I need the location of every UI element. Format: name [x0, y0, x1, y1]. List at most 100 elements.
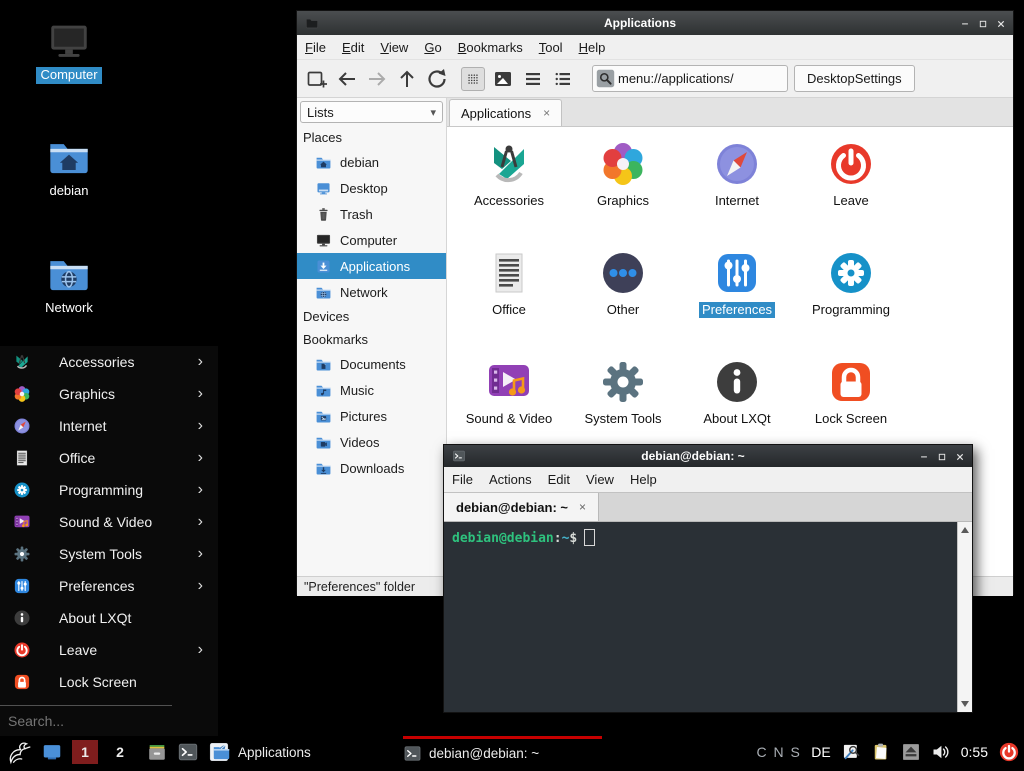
clipboard-tray-icon[interactable]: [871, 742, 891, 762]
grid-item-accessories[interactable]: Accessories: [452, 134, 566, 243]
menu-item-preferences[interactable]: Preferences ›: [0, 570, 218, 602]
desktop-icon-debian[interactable]: debian: [21, 134, 117, 200]
maximize-icon[interactable]: [937, 451, 947, 461]
reload-button[interactable]: [425, 67, 449, 91]
taskbar-button-terminal[interactable]: debian@debian: ~: [403, 736, 602, 768]
grid-item-other[interactable]: Other: [566, 243, 680, 352]
prompt-separator: :: [554, 531, 562, 546]
menu-item-about-lxqt[interactable]: About LXQt: [0, 602, 218, 634]
fm-menu-edit[interactable]: Edit: [334, 40, 372, 55]
up-button[interactable]: [395, 67, 419, 91]
menu-item-leave[interactable]: Leave ›: [0, 634, 218, 666]
accessories-icon: [485, 140, 533, 188]
sidebar-item-music[interactable]: Music: [297, 377, 446, 403]
menu-item-internet[interactable]: Internet ›: [0, 410, 218, 442]
sidebar-item-desktop[interactable]: Desktop: [297, 175, 446, 201]
fm-menu-tool[interactable]: Tool: [531, 40, 571, 55]
terminal-scrollbar[interactable]: [957, 522, 972, 712]
sidebar-item-videos[interactable]: Videos: [297, 429, 446, 455]
grid-item-preferences[interactable]: Preferences: [680, 243, 794, 352]
screenshot-tray-icon[interactable]: [841, 742, 861, 762]
menu-item-programming[interactable]: Programming ›: [0, 474, 218, 506]
fm-menu-view[interactable]: View: [372, 40, 416, 55]
scroll-up-icon[interactable]: [961, 527, 969, 533]
fm-menu-help[interactable]: Help: [571, 40, 614, 55]
fm-menu-go[interactable]: Go: [416, 40, 449, 55]
sidebar-item-network[interactable]: Network: [297, 279, 446, 305]
folder-network-icon: [46, 251, 92, 297]
terminal-cursor: [584, 529, 595, 546]
new-tab-button[interactable]: [305, 67, 329, 91]
address-bar[interactable]: menu://applications/: [592, 65, 788, 92]
taskbar-button-applications[interactable]: Applications: [212, 736, 332, 768]
grid-item-leave[interactable]: Leave: [794, 134, 908, 243]
fm-titlebar[interactable]: Applications: [297, 11, 1013, 35]
menu-item-system-tools[interactable]: System Tools ›: [0, 538, 218, 570]
tab-close-icon[interactable]: ×: [579, 500, 586, 514]
grid-item-graphics[interactable]: Graphics: [566, 134, 680, 243]
detailed-view-button[interactable]: [551, 67, 575, 91]
menu-item-office[interactable]: Office ›: [0, 442, 218, 474]
sidebar-item-applications[interactable]: Applications: [297, 253, 446, 279]
grid-item-office[interactable]: Office: [452, 243, 566, 352]
fm-menu-bookmarks[interactable]: Bookmarks: [450, 40, 531, 55]
terminal-icon: [403, 744, 422, 763]
forward-button[interactable]: [365, 67, 389, 91]
terminal-output[interactable]: debian@debian:~$: [444, 522, 972, 712]
power-button[interactable]: [998, 741, 1020, 763]
tab-applications[interactable]: Applications ×: [449, 99, 562, 126]
terminal-tab[interactable]: debian@debian: ~ ×: [444, 493, 599, 521]
icon-view-button[interactable]: [461, 67, 485, 91]
menu-item-accessories[interactable]: Accessories ›: [0, 346, 218, 378]
desktop-icon-network[interactable]: Network: [21, 251, 117, 317]
keyboard-state-indicator[interactable]: C N S: [756, 744, 801, 760]
menu-item-sound-video[interactable]: Sound & Video ›: [0, 506, 218, 538]
file-manager-launcher[interactable]: [146, 741, 168, 763]
sidebar-item-downloads[interactable]: Downloads: [297, 455, 446, 481]
grid-item-internet[interactable]: Internet: [680, 134, 794, 243]
keyboard-layout-indicator[interactable]: DE: [811, 744, 830, 760]
grid-item-programming[interactable]: Programming: [794, 243, 908, 352]
sidebar-item-computer[interactable]: Computer: [297, 227, 446, 253]
terminal-menu-file[interactable]: File: [444, 472, 481, 487]
terminal-menu-help[interactable]: Help: [622, 472, 665, 487]
lxqt-menu-button[interactable]: [6, 740, 32, 764]
maximize-icon[interactable]: [978, 18, 988, 28]
terminal-launcher[interactable]: [177, 741, 199, 763]
close-icon[interactable]: [996, 18, 1006, 28]
fm-sidebar: Lists ▾ Places debian Desktop Trash: [297, 98, 447, 576]
minimize-icon[interactable]: [919, 451, 929, 461]
back-button[interactable]: [335, 67, 359, 91]
terminal-menu-actions[interactable]: Actions: [481, 472, 540, 487]
scroll-down-icon[interactable]: [961, 701, 969, 707]
show-desktop-button[interactable]: [41, 741, 63, 763]
sidebar-item-documents[interactable]: Documents: [297, 351, 446, 377]
terminal-menu-edit[interactable]: Edit: [540, 472, 578, 487]
desktop-icon-computer[interactable]: Computer: [21, 18, 117, 84]
sidebar-item-trash[interactable]: Trash: [297, 201, 446, 227]
fm-menu-file[interactable]: File: [297, 40, 334, 55]
office-icon: [485, 249, 533, 297]
devices-header: Devices: [297, 305, 446, 328]
thumbnail-view-button[interactable]: [491, 67, 515, 91]
terminal-titlebar[interactable]: debian@debian: ~: [444, 445, 972, 467]
clock[interactable]: 0:55: [961, 744, 988, 760]
tab-close-icon[interactable]: ×: [543, 106, 550, 120]
eject-tray-icon[interactable]: [901, 742, 921, 762]
folder-icon: [212, 743, 231, 762]
menu-item-graphics[interactable]: Graphics ›: [0, 378, 218, 410]
workspace-2-button[interactable]: 2: [107, 740, 133, 764]
menu-search-input[interactable]: [8, 713, 198, 729]
terminal-menu-view[interactable]: View: [578, 472, 622, 487]
sidebar-item-pictures[interactable]: Pictures: [297, 403, 446, 429]
sidebar-mode-select[interactable]: Lists ▾: [300, 101, 443, 123]
volume-icon[interactable]: [931, 742, 951, 762]
menu-item-lock-screen[interactable]: Lock Screen: [0, 666, 218, 698]
compact-view-button[interactable]: [521, 67, 545, 91]
sidebar-item-debian[interactable]: debian: [297, 149, 446, 175]
minimize-icon[interactable]: [960, 18, 970, 28]
desktop-settings-button[interactable]: DesktopSettings: [794, 65, 915, 92]
workspace-1-button[interactable]: 1: [72, 740, 98, 764]
close-icon[interactable]: [955, 451, 965, 461]
preferences-icon: [713, 249, 761, 297]
